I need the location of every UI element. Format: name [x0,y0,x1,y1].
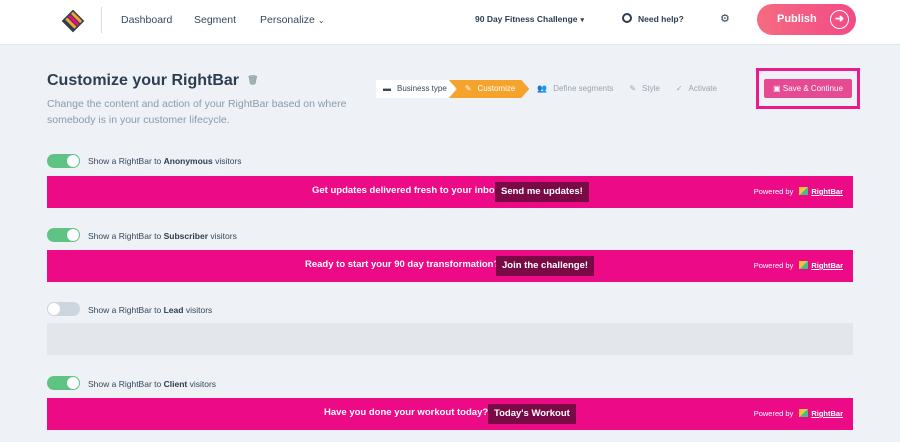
save-continue-button[interactable]: ▣ Save & Continue [764,79,852,98]
rightbar-message: Get updates delivered fresh to your inbo… [312,185,500,196]
users-icon: 👥 [537,84,548,93]
rightbar-logo-icon [799,187,809,195]
nav-segment[interactable]: Segment [194,14,236,26]
rightbar-preview-lead-empty [47,323,853,355]
nav-personalize[interactable]: Personalize ⌄ [260,14,325,26]
segment-label-lead: Show a RightBar to Lead visitors [88,305,212,315]
top-nav: Dashboard Segment Personalize ⌄ 90 Day Fi… [0,0,900,45]
powered-brand-link[interactable]: RightBar [811,187,843,196]
nav-dashboard[interactable]: Dashboard [121,14,172,26]
toggle-client[interactable] [47,376,80,390]
segment-suffix: visitors [210,231,237,241]
rightbar-cta-button[interactable]: Today's Workout [488,404,576,424]
pencil-icon: ✎ [464,84,472,93]
toggle-anonymous[interactable] [47,154,80,168]
rightbar-logo-icon [799,261,809,269]
powered-brand-link[interactable]: RightBar [811,409,843,418]
help-link[interactable]: Need help? [622,13,684,24]
rightbar-preview-client: Have you done your workout today? Today'… [47,398,853,430]
powered-by: Powered by RightBar [754,409,843,418]
powered-brand-link[interactable]: RightBar [811,261,843,270]
segment-suffix: visitors [215,156,242,166]
rightbar-cta-button[interactable]: Join the challenge! [496,256,595,276]
segment-name: Anonymous [163,156,213,166]
step-business-type[interactable]: ▬ Business type [376,80,455,98]
segment-label-anonymous: Show a RightBar to Anonymous visitors [88,156,242,166]
powered-label: Powered by [753,409,794,418]
nav-divider [101,7,102,33]
segment-prefix: Show a RightBar to [88,156,162,166]
step-label: Customize [477,84,516,93]
step-style[interactable]: ✎ Style [621,80,668,98]
logo-icon[interactable] [60,8,86,34]
save-label: Save & Continue [782,84,843,93]
segment-name: Subscriber [163,231,209,241]
project-name: 90 Day Fitness Challenge [475,14,578,24]
page-title-text: Customize your RightBar [47,72,240,89]
progress-stepper: ▬ Business type ✎ Customize 👥 Define segmen… [376,80,725,98]
segment-prefix: Show a RightBar to [88,305,162,315]
segment-name: Client [163,379,188,389]
segment-suffix: visitors [185,305,213,315]
rightbar-message: Have you done your workout today? [324,407,489,418]
toggle-knob [67,377,79,389]
brush-icon: ✎ [629,84,637,93]
step-label: Activate [688,84,717,93]
toggle-knob [48,303,60,315]
segment-prefix: Show a RightBar to [88,231,162,241]
rightbar-message: Ready to start your 90 day transformatio… [305,259,500,270]
save-highlight: ▣ Save & Continue [756,68,860,109]
gear-icon[interactable]: ⚙ [720,12,730,25]
step-label: Style [642,84,660,93]
publish-button[interactable]: Publish ➜ [757,4,856,35]
rightbar-preview-anonymous: Get updates delivered fresh to your inbo… [47,176,853,208]
check-icon: ✓ [675,84,683,93]
segment-label-client: Show a RightBar to Client visitors [88,379,216,389]
briefcase-icon: ▬ [383,84,391,93]
rightbar-logo-icon [799,409,809,417]
powered-by: Powered by RightBar [754,187,843,196]
step-activate[interactable]: ✓ Activate [668,80,725,98]
powered-label: Powered by [753,261,794,270]
segment-name: Lead [163,305,184,315]
powered-by: Powered by RightBar [754,261,843,270]
step-define-segments[interactable]: 👥 Define segments [529,80,621,98]
segment-label-subscriber: Show a RightBar to Subscriber visitors [88,231,237,241]
help-label: Need help? [638,14,684,24]
lifebuoy-icon [622,13,632,23]
toggle-lead[interactable] [47,302,80,316]
powered-label: Powered by [753,187,794,196]
floppy-icon: ▣ [773,84,781,93]
trash-icon[interactable]: 🗑 [247,75,258,86]
project-selector[interactable]: 90 Day Fitness Challenge ▾ [475,14,584,24]
step-customize[interactable]: ✎ Customize [449,80,530,98]
publish-label: Publish [777,13,817,25]
chevron-down-icon: ▾ [580,17,585,24]
rightbar-preview-subscriber: Ready to start your 90 day transformatio… [47,250,853,282]
page-title: Customize your RightBar 🗑 [47,72,258,90]
step-label: Define segments [553,84,614,93]
step-label: Business type [397,84,447,93]
segment-suffix: visitors [189,379,217,389]
chevron-down-icon: ⌄ [317,16,325,25]
rightbar-cta-button[interactable]: Send me updates! [495,182,589,202]
arrow-right-icon: ➜ [830,10,849,29]
toggle-knob [67,155,79,167]
nav-personalize-label: Personalize [260,14,315,26]
toggle-knob [67,229,79,241]
segment-prefix: Show a RightBar to [88,379,162,389]
page-subtitle: Change the content and action of your Ri… [47,98,347,126]
toggle-subscriber[interactable] [47,228,80,242]
